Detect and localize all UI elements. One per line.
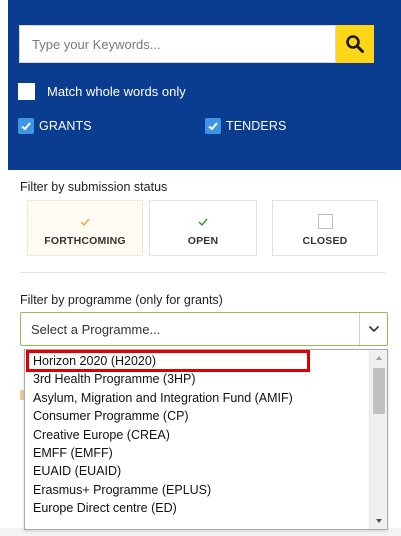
programme-option-ed[interactable]: Europe Direct centre (ED) <box>25 499 369 517</box>
checkmark-icon <box>21 122 31 131</box>
grants-checkbox[interactable] <box>18 118 34 134</box>
checkmark-icon <box>208 122 218 131</box>
status-forthcoming-label: FORTHCOMING <box>44 235 126 247</box>
search-button[interactable] <box>336 25 374 63</box>
keyword-search-field[interactable] <box>19 25 336 63</box>
status-filter-title: Filter by submission status <box>20 180 168 194</box>
tenders-checkbox[interactable] <box>205 118 221 134</box>
programme-select[interactable]: Select a Programme... <box>20 312 388 346</box>
programme-option-amif[interactable]: Asylum, Migration and Integration Fund (… <box>25 389 369 407</box>
tenders-option[interactable]: TENDERS <box>205 118 286 134</box>
programme-option-cp[interactable]: Consumer Programme (CP) <box>25 407 369 425</box>
grants-label: GRANTS <box>39 119 92 133</box>
programme-option-eplus[interactable]: Erasmus+ Programme (EPLUS) <box>25 481 369 499</box>
scroll-down-button[interactable] <box>370 513 387 529</box>
status-forthcoming-button[interactable]: FORTHCOMING <box>27 200 143 256</box>
match-whole-words-option[interactable]: Match whole words only <box>18 83 186 100</box>
match-whole-words-label: Match whole words only <box>47 84 186 99</box>
section-divider <box>20 272 386 273</box>
programme-select-value: Select a Programme... <box>31 321 161 337</box>
match-whole-words-checkbox[interactable] <box>18 83 35 100</box>
search-icon <box>346 35 364 53</box>
grants-option[interactable]: GRANTS <box>18 118 92 134</box>
scroll-up-button[interactable] <box>370 350 387 366</box>
scrollbar-thumb[interactable] <box>373 368 385 414</box>
programme-option-euaid[interactable]: EUAID (EUAID) <box>25 462 369 480</box>
chevron-down-icon <box>368 325 379 333</box>
status-open-button[interactable]: OPEN <box>149 200 257 256</box>
programme-select-toggle[interactable] <box>359 313 387 345</box>
programme-option-3hp[interactable]: 3rd Health Programme (3HP) <box>25 370 369 388</box>
checkmark-icon <box>80 218 90 227</box>
programme-filter-title: Filter by programme (only for grants) <box>20 293 223 307</box>
triangle-up-icon <box>376 356 382 360</box>
checkmark-icon <box>198 218 208 227</box>
status-closed-label: CLOSED <box>302 235 348 247</box>
unchecked-box-icon <box>317 213 333 229</box>
keyword-search-input[interactable] <box>20 26 335 62</box>
programme-option-h2020[interactable]: Horizon 2020 (H2020) <box>26 350 310 373</box>
programme-option-crea[interactable]: Creative Europe (CREA) <box>25 426 369 444</box>
programme-options: Horizon 2020 (H2020) 3rd Health Programm… <box>25 350 369 518</box>
programme-option-emff[interactable]: EMFF (EMFF) <box>25 444 369 462</box>
status-closed-button[interactable]: CLOSED <box>272 200 378 256</box>
status-open-label: OPEN <box>187 235 219 247</box>
programme-dropdown-list[interactable]: Horizon 2020 (H2020) 3rd Health Programm… <box>24 349 388 530</box>
dropdown-scrollbar[interactable] <box>369 350 387 529</box>
tenders-label: TENDERS <box>226 119 287 133</box>
triangle-down-icon <box>376 519 382 523</box>
